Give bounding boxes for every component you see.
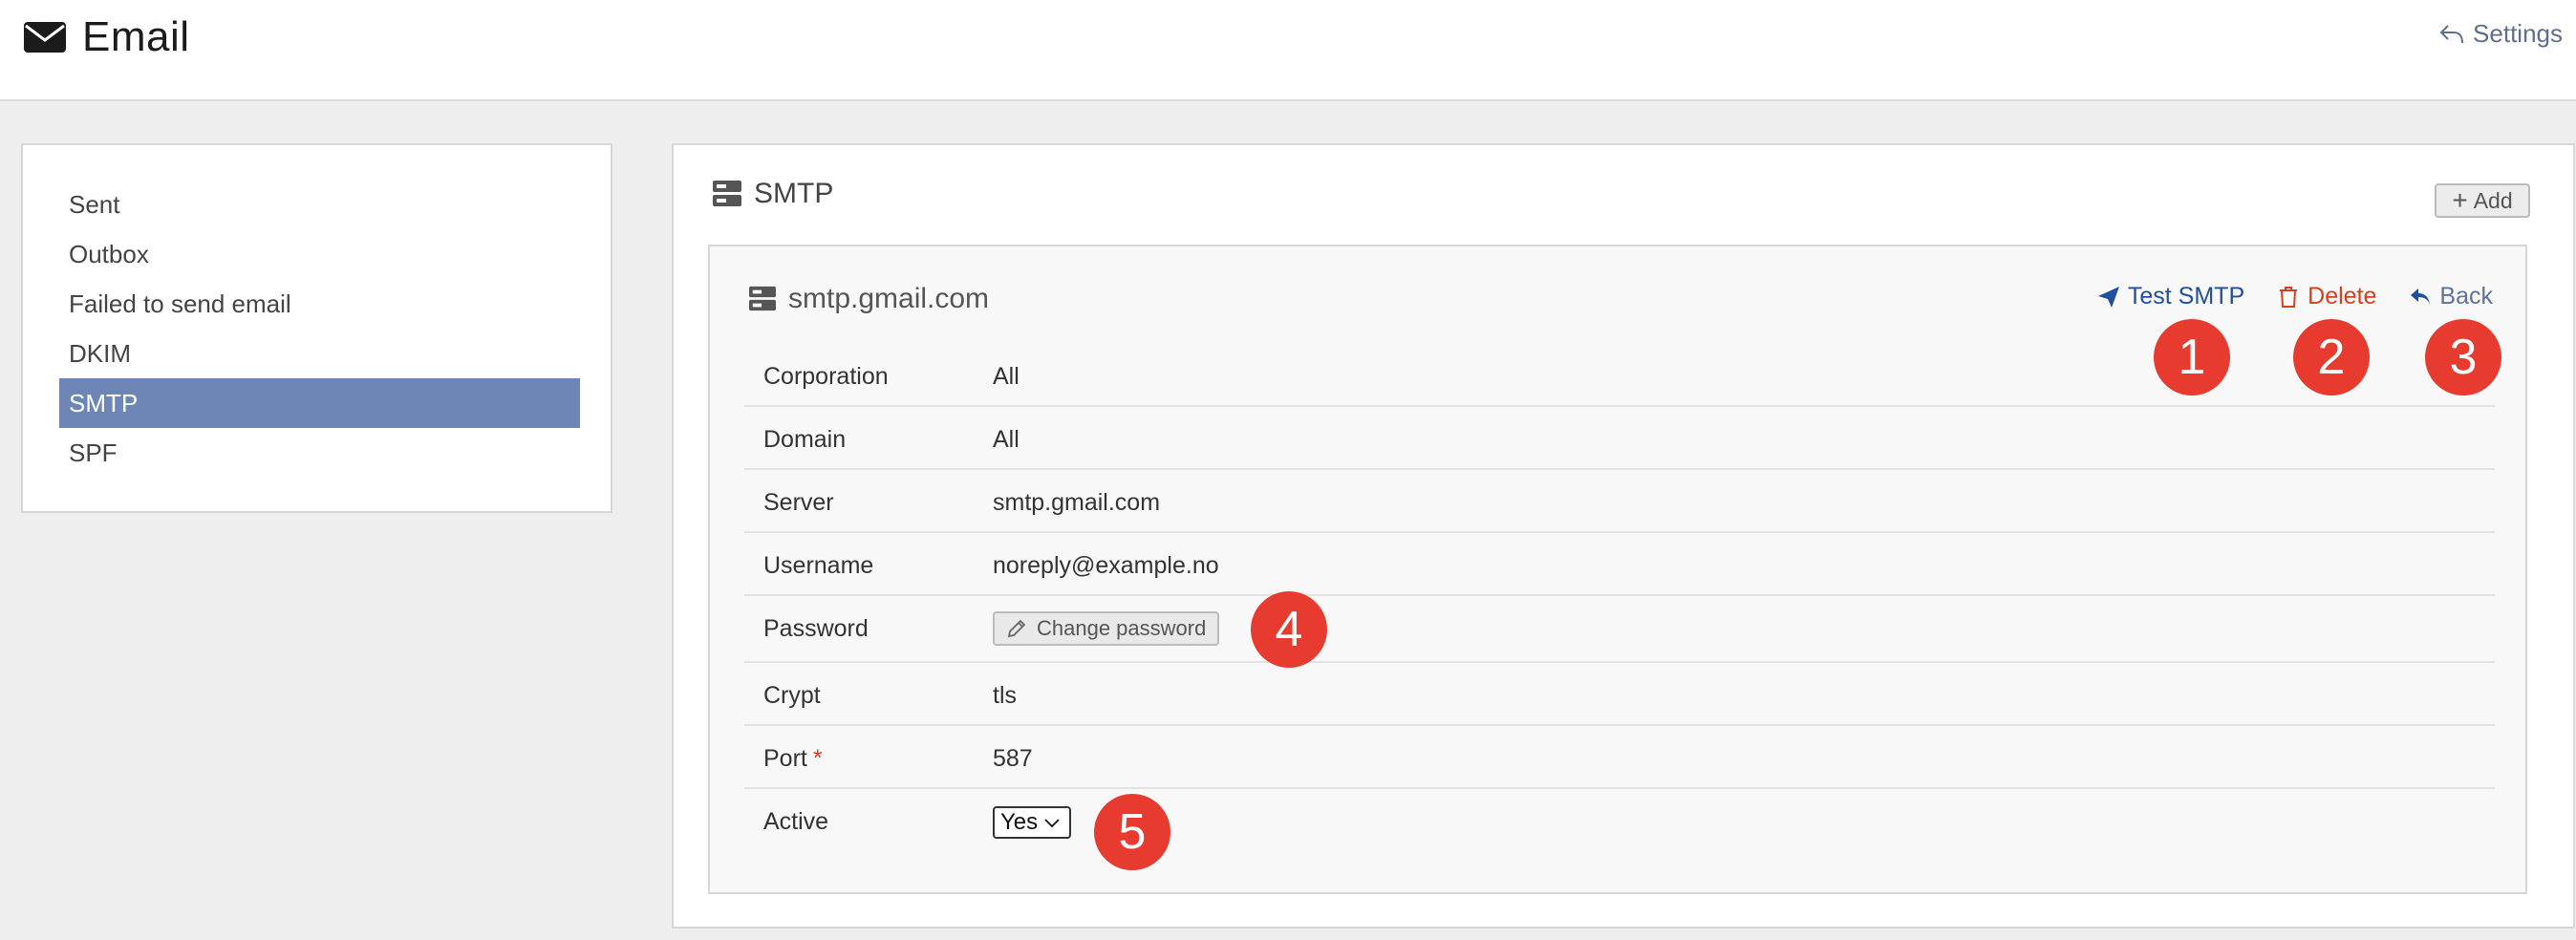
crypt-value: tls — [993, 682, 1017, 709]
card-actions: Test SMTP Delete Back — [2065, 283, 2493, 310]
annotation-marker-1: 1 — [2154, 319, 2230, 395]
smtp-server-card: smtp.gmail.com Test SMTP Delete Back Cor… — [708, 245, 2527, 894]
reply-icon — [2411, 288, 2431, 305]
test-smtp-label: Test SMTP — [2127, 283, 2245, 310]
password-row: Password Change password — [744, 596, 2495, 663]
paper-plane-icon — [2097, 286, 2119, 308]
annotation-marker-5: 5 — [1094, 794, 1170, 870]
port-label: Port — [763, 745, 807, 772]
corporation-value: All — [993, 363, 1020, 390]
sidebar-item-failed-to-send-email[interactable]: Failed to send email — [59, 279, 580, 329]
corporation-label: Corporation — [763, 363, 889, 390]
active-row: Active Yes — [744, 789, 2495, 856]
change-password-label: Change password — [1037, 616, 1207, 640]
test-smtp-button[interactable]: Test SMTP — [2097, 283, 2244, 310]
sidebar: Sent Outbox Failed to send email DKIM SM… — [21, 143, 612, 513]
sidebar-item-spf[interactable]: SPF — [59, 428, 580, 478]
password-label: Password — [763, 615, 869, 642]
server-icon — [713, 181, 741, 206]
port-row: Port * 587 — [744, 726, 2495, 789]
required-asterisk: * — [812, 745, 823, 772]
settings-link[interactable]: Settings — [2438, 19, 2563, 49]
pencil-icon — [1007, 619, 1026, 638]
active-selected-value: Yes — [1000, 809, 1039, 835]
active-label: Active — [763, 808, 829, 835]
delete-label: Delete — [2308, 283, 2377, 310]
username-row: Username noreply@example.no — [744, 533, 2495, 596]
crypt-row: Crypt tls — [744, 663, 2495, 726]
annotation-marker-2: 2 — [2293, 319, 2370, 395]
port-value: 587 — [993, 745, 1033, 772]
domain-value: All — [993, 426, 1020, 453]
crypt-label: Crypt — [763, 682, 821, 709]
username-label: Username — [763, 552, 874, 579]
settings-label: Settings — [2473, 19, 2563, 48]
active-select[interactable]: Yes — [993, 806, 1071, 839]
username-value: noreply@example.no — [993, 552, 1219, 579]
plus-icon: + — [2452, 185, 2468, 215]
card-title: smtp.gmail.com — [788, 283, 990, 314]
corporation-row: Corporation All — [744, 344, 2495, 407]
envelope-icon — [24, 22, 66, 53]
add-button[interactable]: + Add — [2435, 183, 2530, 218]
card-heading: smtp.gmail.com — [748, 283, 989, 315]
server-value: smtp.gmail.com — [993, 489, 1161, 516]
annotation-marker-3: 3 — [2425, 319, 2501, 395]
server-row: Server smtp.gmail.com — [744, 470, 2495, 533]
sidebar-item-smtp[interactable]: SMTP — [59, 378, 580, 428]
domain-label: Domain — [763, 426, 847, 453]
back-button[interactable]: Back — [2409, 283, 2493, 310]
delete-button[interactable]: Delete — [2277, 283, 2376, 310]
port-label-wrap: Port * — [763, 745, 823, 773]
back-label: Back — [2439, 283, 2493, 310]
annotation-marker-4: 4 — [1251, 591, 1327, 668]
add-label: Add — [2473, 187, 2513, 213]
page-title: Email — [82, 13, 190, 60]
server-label: Server — [763, 489, 834, 516]
sidebar-item-outbox[interactable]: Outbox — [59, 229, 580, 279]
panel-heading: SMTP — [712, 178, 833, 210]
panel-title: SMTP — [754, 178, 834, 209]
change-password-button[interactable]: Change password — [993, 611, 1220, 646]
chevron-down-icon — [1044, 819, 1060, 828]
sidebar-item-sent[interactable]: Sent — [59, 180, 580, 229]
sidebar-item-dkim[interactable]: DKIM — [59, 329, 580, 378]
trash-icon — [2280, 286, 2298, 308]
smtp-panel: SMTP + Add smtp.gmail.com Test SMTP Dele… — [672, 143, 2575, 929]
top-bar: Email Settings — [0, 0, 2576, 101]
app-title: Email — [23, 13, 190, 61]
domain-row: Domain All — [744, 407, 2495, 470]
reply-arrow-icon — [2439, 24, 2464, 43]
server-icon — [749, 286, 776, 311]
